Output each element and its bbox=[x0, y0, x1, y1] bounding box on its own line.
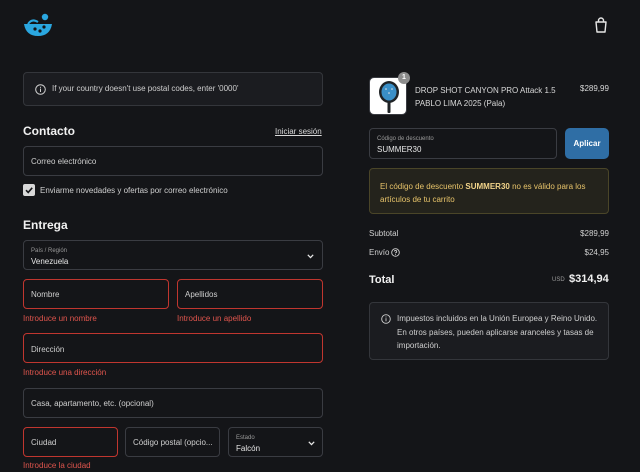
postal-code-notice: If your country doesn't use postal codes… bbox=[23, 72, 323, 106]
discount-code-label: Código de descuento bbox=[377, 136, 434, 142]
total-currency: USD bbox=[552, 277, 565, 283]
first-name-placeholder: Nombre bbox=[31, 290, 60, 299]
login-link[interactable]: Iniciar sesión bbox=[275, 127, 322, 136]
last-name-placeholder: Apellidos bbox=[185, 290, 218, 299]
country-select[interactable]: País / Región Venezuela bbox=[23, 240, 323, 270]
discount-code-field[interactable]: Código de descuento SUMMER30 bbox=[369, 128, 557, 159]
discount-warning: El código de descuento SUMMER30 no es vá… bbox=[369, 168, 609, 214]
total-value: $314,94 bbox=[569, 273, 609, 285]
postal-code-field[interactable]: Código postal (opcio... bbox=[125, 427, 220, 457]
tax-notice: Impuestos incluidos en la Unión Europea … bbox=[369, 302, 609, 360]
address-placeholder: Dirección bbox=[31, 345, 65, 354]
chevron-down-icon bbox=[308, 441, 315, 446]
discount-warning-text: El código de descuento SUMMER30 no es vá… bbox=[380, 180, 604, 206]
subtotal-label: Subtotal bbox=[369, 229, 399, 238]
last-name-field[interactable]: Apellidos bbox=[177, 279, 323, 309]
total-label: Total bbox=[369, 274, 395, 286]
city-error: Introduce la ciudad bbox=[23, 461, 91, 470]
checkmark-icon bbox=[25, 187, 33, 194]
last-name-error: Introduce un apellido bbox=[177, 314, 252, 323]
newsletter-label: Enviarme novedades y ofertas por correo … bbox=[40, 186, 228, 195]
product-name: DROP SHOT CANYON PRO Attack 1.5 PABLO LI… bbox=[415, 86, 556, 108]
shipping-label: Envío bbox=[369, 248, 390, 257]
state-select[interactable]: Estado Falcón bbox=[228, 427, 323, 457]
address-field[interactable]: Dirección bbox=[23, 333, 323, 363]
logo-icon[interactable] bbox=[22, 12, 54, 38]
postal-code-placeholder: Código postal (opcio... bbox=[133, 438, 213, 447]
tax-notice-text: Impuestos incluidos en la Unión Europea … bbox=[397, 314, 598, 350]
state-label: Estado bbox=[236, 435, 255, 441]
discount-code-value: SUMMER30 bbox=[377, 145, 422, 154]
warning-before: El código de descuento bbox=[380, 182, 466, 191]
state-value: Falcón bbox=[236, 444, 261, 453]
apply-discount-button[interactable]: Aplicar bbox=[565, 128, 609, 159]
info-icon bbox=[35, 84, 46, 95]
info-icon bbox=[381, 314, 391, 324]
shipping-value: $24,95 bbox=[584, 248, 609, 257]
contact-heading: Contacto bbox=[23, 124, 75, 138]
postal-code-notice-text: If your country doesn't use postal codes… bbox=[52, 84, 239, 93]
newsletter-checkbox[interactable] bbox=[23, 184, 35, 196]
help-icon[interactable] bbox=[391, 248, 400, 257]
apartment-field[interactable]: Casa, apartamento, etc. (opcional) bbox=[23, 388, 323, 418]
quantity-badge: 1 bbox=[398, 72, 410, 84]
address-error: Introduce una dirección bbox=[23, 368, 107, 377]
country-label: País / Región bbox=[31, 248, 68, 254]
warning-code: SUMMER30 bbox=[465, 182, 510, 191]
first-name-error: Introduce un nombre bbox=[23, 314, 97, 323]
country-value: Venezuela bbox=[31, 257, 69, 266]
product-price: $289,99 bbox=[580, 84, 609, 93]
email-placeholder: Correo electrónico bbox=[31, 157, 97, 166]
first-name-field[interactable]: Nombre bbox=[23, 279, 169, 309]
delivery-heading: Entrega bbox=[23, 218, 68, 232]
chevron-down-icon bbox=[307, 254, 314, 259]
email-field[interactable]: Correo electrónico bbox=[23, 146, 323, 176]
city-field[interactable]: Ciudad bbox=[23, 427, 118, 457]
header bbox=[0, 0, 640, 52]
apartment-placeholder: Casa, apartamento, etc. (opcional) bbox=[31, 399, 154, 408]
city-placeholder: Ciudad bbox=[31, 438, 57, 447]
cart-icon[interactable] bbox=[594, 17, 608, 33]
subtotal-value: $289,99 bbox=[580, 229, 609, 238]
